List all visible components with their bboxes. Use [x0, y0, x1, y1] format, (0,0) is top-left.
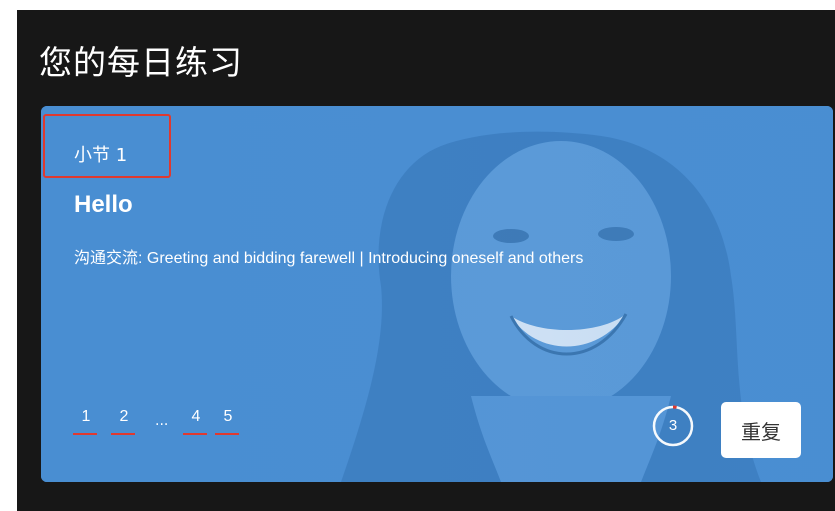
- daily-practice-panel: 您的每日练习 小节 1 Hello 沟通交流: Greeting and bid…: [17, 10, 835, 511]
- pager-ellipsis: ...: [155, 413, 169, 429]
- pager-underline: [215, 433, 239, 435]
- pager-item-label: 2: [119, 408, 129, 425]
- pager-underline: [183, 433, 207, 435]
- pager-item-2[interactable]: 2: [111, 406, 137, 435]
- pager-item-label: 1: [81, 408, 91, 425]
- pager-underline: [73, 433, 97, 435]
- repeat-button[interactable]: 重复: [721, 402, 801, 458]
- pager-item-5[interactable]: 5: [215, 406, 241, 435]
- pager-item-label: 4: [191, 408, 201, 425]
- page-title: 您的每日练习: [39, 43, 243, 82]
- pager-item-label: 5: [223, 408, 233, 425]
- lesson-description: 沟通交流: Greeting and bidding farewell | In…: [74, 250, 584, 267]
- pager-item-4[interactable]: 4: [183, 406, 209, 435]
- screen: 您的每日练习 小节 1 Hello 沟通交流: Greeting and bid…: [0, 0, 835, 511]
- progress-ring: 3: [651, 404, 695, 448]
- lesson-title: Hello: [74, 191, 133, 218]
- progress-count: 3: [668, 417, 678, 434]
- lesson-card[interactable]: 小节 1 Hello 沟通交流: Greeting and bidding fa…: [41, 106, 833, 482]
- pager-underline: [111, 433, 135, 435]
- lesson-number: 小节 1: [74, 145, 128, 166]
- pager-item-1[interactable]: 1: [73, 406, 99, 435]
